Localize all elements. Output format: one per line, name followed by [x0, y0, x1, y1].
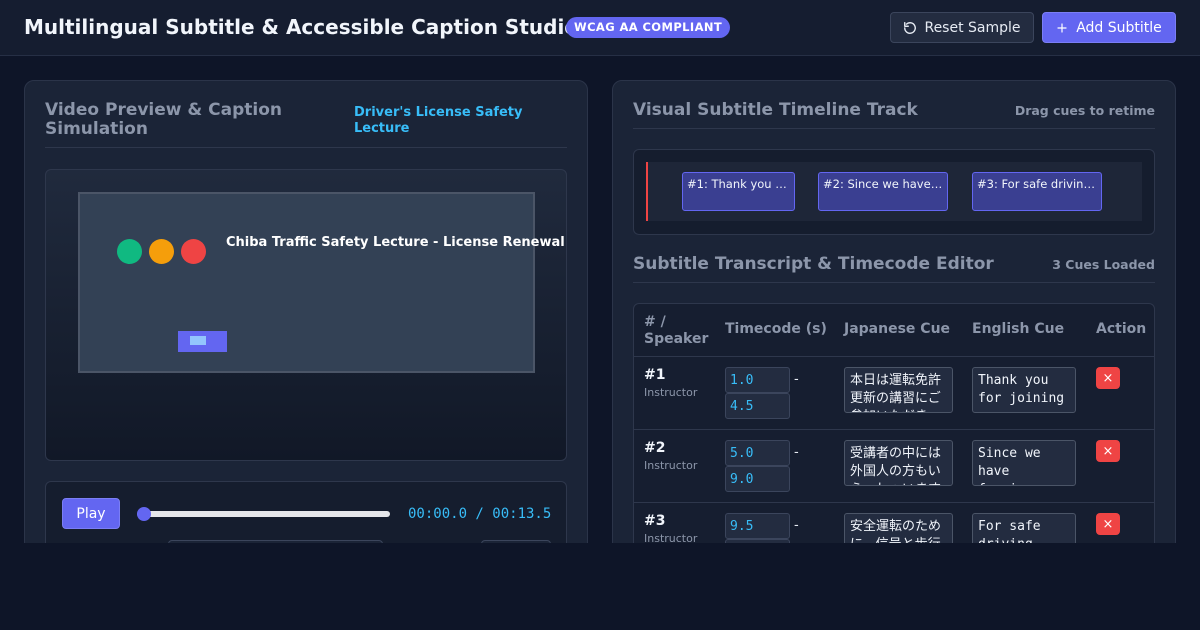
page-background: [0, 543, 1200, 630]
delete-cue-button[interactable]: ×: [1096, 513, 1120, 535]
slide-graphic-inner: [190, 336, 206, 345]
english-cue-input[interactable]: Thank you for joining us: [972, 367, 1076, 413]
reset-sample-label: Reset Sample: [924, 19, 1021, 36]
video-preview-panel: Video Preview & Caption Simulation Drive…: [24, 80, 588, 543]
lecture-name: Driver's License Safety Lecture: [354, 105, 523, 136]
cue-number: #1: [644, 367, 666, 383]
rotate-ccw-icon: [904, 21, 917, 34]
start-time-input[interactable]: [725, 367, 790, 393]
time-separator: -: [794, 445, 799, 460]
editor-divider: [633, 282, 1155, 283]
playback-controls: Play 00:00.0 / 00:13.5: [45, 481, 567, 543]
delete-cue-button[interactable]: ×: [1096, 367, 1120, 389]
seek-handle[interactable]: [137, 507, 151, 521]
amber-light-icon: [149, 239, 174, 264]
video-preview[interactable]: Chiba Traffic Safety Lecture - License R…: [45, 169, 567, 461]
time-separator: -: [794, 372, 799, 387]
preview-panel-title: Video Preview & Caption Simulation: [45, 100, 283, 139]
timeline-divider: [633, 128, 1155, 129]
start-time-input[interactable]: [725, 513, 790, 539]
red-light-icon: [181, 239, 206, 264]
reset-sample-button[interactable]: Reset Sample: [890, 12, 1034, 43]
time-readout: 00:00.0 / 00:13.5: [408, 506, 552, 522]
timeline-editor-panel: Visual Subtitle Timeline Track Drag cues…: [612, 80, 1176, 543]
cue-number: #2: [644, 440, 666, 456]
table-row: #1 Instructor - 本日は運転免許更新の講習にご参加いただき Tha…: [634, 357, 1154, 430]
play-button[interactable]: Play: [62, 498, 120, 529]
delete-cue-button[interactable]: ×: [1096, 440, 1120, 462]
slide-screen: [78, 192, 535, 373]
table-row: #3 Instructor - 安全運転のために、信号と歩行者 For safe…: [634, 503, 1154, 543]
col-japanese: Japanese Cue: [844, 321, 951, 337]
preview-divider: [45, 147, 567, 148]
timeline-lane[interactable]: #1: Thank you for joining #2: Since we ha…: [646, 162, 1142, 221]
start-time-input[interactable]: [725, 440, 790, 466]
compliance-badge: WCAG AA COMPLIANT: [566, 17, 731, 38]
cue-count: 3 Cues Loaded: [1052, 257, 1155, 272]
timeline-cue-1[interactable]: #1: Thank you for joining: [682, 172, 795, 211]
cue-table: # / Speaker Timecode (s) Japanese Cue En…: [633, 303, 1155, 543]
japanese-cue-input[interactable]: 受講者の中には外国人の方もいらっしゃいます: [844, 440, 953, 486]
cue-number: #3: [644, 513, 666, 529]
seek-track: [137, 511, 390, 517]
slide-graphic: [178, 331, 227, 352]
seek-slider[interactable]: [137, 507, 390, 521]
cue-speaker: Instructor: [644, 386, 698, 399]
timeline-track: #1: Thank you for joining #2: Since we ha…: [633, 149, 1155, 235]
col-english: English Cue: [972, 321, 1065, 337]
col-timecode: Timecode (s): [725, 321, 827, 337]
plus-icon: [1057, 22, 1067, 33]
timeline-hint: Drag cues to retime: [1014, 103, 1155, 118]
english-cue-input[interactable]: Since we have foreign: [972, 440, 1076, 486]
english-cue-input[interactable]: For safe driving,: [972, 513, 1076, 543]
japanese-cue-input[interactable]: 安全運転のために、信号と歩行者: [844, 513, 953, 543]
table-row: #2 Instructor - 受講者の中には外国人の方もいらっしゃいます Si…: [634, 430, 1154, 503]
col-action: Action: [1096, 321, 1147, 337]
timeline-title: Visual Subtitle Timeline Track: [633, 100, 918, 120]
editor-title: Subtitle Transcript & Timecode Editor: [633, 254, 994, 274]
end-time-input[interactable]: [725, 393, 790, 419]
end-time-input[interactable]: [725, 466, 790, 492]
slide-title: Chiba Traffic Safety Lecture - License R…: [226, 235, 565, 250]
cue-speaker: Instructor: [644, 532, 698, 543]
playhead[interactable]: [646, 162, 648, 221]
add-subtitle-button[interactable]: Add Subtitle: [1042, 12, 1176, 43]
app-header: Multilingual Subtitle & Accessible Capti…: [0, 0, 1200, 56]
app-title: Multilingual Subtitle & Accessible Capti…: [24, 15, 579, 39]
add-subtitle-label: Add Subtitle: [1076, 19, 1162, 36]
cue-speaker: Instructor: [644, 459, 698, 472]
time-separator: -: [794, 518, 799, 533]
workspace: Video Preview & Caption Simulation Drive…: [0, 56, 1200, 543]
timeline-cue-2[interactable]: #2: Since we have foreign: [818, 172, 948, 211]
japanese-cue-input[interactable]: 本日は運転免許更新の講習にご参加いただき: [844, 367, 953, 413]
timeline-cue-3[interactable]: #3: For safe driving, always: [972, 172, 1102, 211]
green-light-icon: [117, 239, 142, 264]
col-speaker: # / Speaker: [644, 314, 709, 347]
